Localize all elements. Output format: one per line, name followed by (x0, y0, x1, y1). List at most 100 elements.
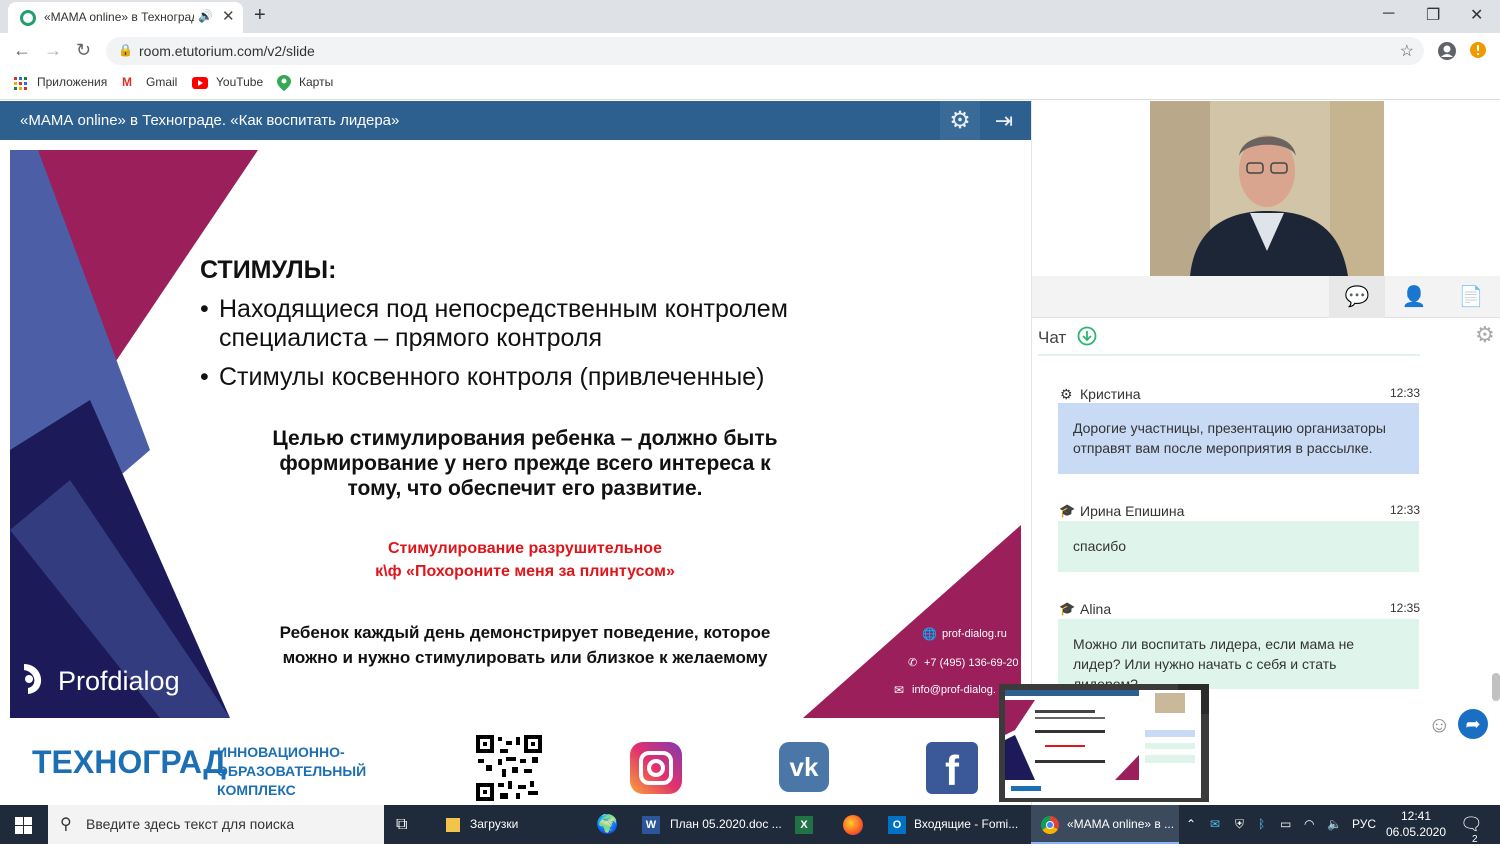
contact-site: prof-dialog.ru (942, 628, 1007, 640)
gmail-icon: M (122, 75, 132, 89)
tray-clock[interactable]: 12:41 06.05.2020 (1384, 805, 1448, 844)
word-icon: W (642, 815, 660, 834)
folder-icon (446, 817, 460, 832)
app-label: Загрузки (470, 817, 519, 831)
profile-avatar-icon[interactable] (1437, 41, 1457, 61)
notifications-icon[interactable]: 🗨 2 (1460, 805, 1483, 845)
technograd-subtitle: ИННОВАЦИОННО- ОБРАЗОВАТЕЛЬНЫЙ КОМПЛЕКС (217, 743, 366, 800)
bookmark-youtube[interactable]: YouTube (216, 75, 263, 89)
tab-chat[interactable]: 💬 (1329, 276, 1385, 318)
instagram-icon[interactable] (630, 742, 682, 794)
taskbar-app-outlook[interactable]: O Входящие - Fomi... (880, 805, 1028, 844)
vk-icon[interactable]: vk (779, 742, 829, 792)
emoji-icon[interactable]: ☺ (1428, 712, 1450, 738)
search-icon: ⚲ (60, 816, 72, 833)
msg-1-bubble: Дорогие участницы, презентацию организат… (1058, 403, 1419, 474)
forward-icon[interactable]: → (44, 40, 62, 61)
youtube-icon (192, 77, 208, 89)
goal-line-1: Целью стимулирования ребенка – должно бы… (272, 427, 778, 450)
facebook-icon[interactable]: f (926, 742, 978, 794)
clock-time: 12:41 (1400, 809, 1432, 823)
windows-taskbar: ⚲ Введите здесь текст для поиска ⧉ Загру… (0, 805, 1500, 845)
chat-settings-icon[interactable]: ⚙ (1475, 322, 1495, 348)
profdialog-logo-text: Profdialog (58, 666, 180, 696)
bullet-2: Стимулы косвенного контроля (привлеченны… (219, 363, 765, 391)
msg-3-bubble: Можно ли воспитать лидера, если мама не … (1058, 619, 1419, 692)
taskbar-app-chrome[interactable]: «MAMA online» в ... (1031, 805, 1179, 844)
slide-heading: СТИМУЛЫ: (200, 256, 337, 284)
moderator-gear-icon: ⚙ (1060, 386, 1073, 402)
bullet-1-line-2: специалиста – прямого контроля (219, 324, 603, 352)
update-alert-icon[interactable] (1469, 41, 1487, 59)
tab-participants[interactable]: 👤 (1386, 276, 1442, 318)
profdialog-logo-icon (24, 664, 42, 694)
msg-2-author: Ирина Епишина (1080, 503, 1185, 519)
taskbar-app-downloads[interactable]: Загрузки (434, 805, 584, 844)
excel-icon[interactable]: X (795, 805, 813, 844)
taskbar-app-word[interactable]: W План 05.2020.doc ... (634, 805, 784, 844)
taskbar-search-box[interactable]: ⚲ Введите здесь текст для поиска (48, 805, 384, 844)
goal-paragraph: Целью стимулирования ребенка – должно бы… (240, 426, 810, 501)
tray-defender-icon[interactable]: ⛨ (1235, 805, 1244, 844)
msg-1-author: Кристина (1080, 386, 1141, 402)
url-text: room.etutorium.com/v2/slide (139, 43, 315, 59)
app-label: Входящие - Fomi... (914, 817, 1019, 831)
bottom-paragraph: Ребенок каждый день демонстрирует поведе… (240, 620, 810, 670)
bookmark-maps[interactable]: Карты (299, 75, 333, 89)
tray-volume-icon[interactable]: 🔈 (1327, 805, 1342, 844)
browser-tab[interactable]: «MAMA online» в Техноград 🔊 ✕ (8, 2, 243, 33)
taskbar-thumbnail-preview[interactable]: ✕ (999, 684, 1209, 802)
globe-icon: 🌐 (922, 627, 937, 641)
chat-bubble-icon: 💬 (1344, 286, 1370, 308)
maximize-window-icon[interactable]: ❐ (1426, 5, 1440, 25)
apps-grid-icon (14, 77, 27, 90)
msg-2-bubble: спасибо (1058, 521, 1419, 572)
user-icon: 👤 (1401, 286, 1427, 308)
bookmark-gmail[interactable]: Gmail (146, 75, 177, 89)
bookmark-star-icon[interactable]: ☆ (1400, 41, 1414, 61)
msg-2-time: 12:33 (1390, 503, 1421, 517)
address-bar[interactable]: 🔒 room.etutorium.com/v2/slide ☆ (106, 37, 1424, 65)
bottom-line-2: можно и нужно стимулировать или близкое … (282, 648, 768, 667)
audio-playing-icon[interactable]: 🔊 (198, 9, 213, 23)
minimize-window-icon[interactable]: ─ (1383, 5, 1394, 23)
red-line-2: к\ф «Похороните меня за плинтусом» (375, 563, 675, 580)
subtitle-line-1: ИННОВАЦИОННО- (217, 744, 345, 760)
qr-code-icon (476, 735, 542, 801)
windows-start-icon[interactable] (15, 817, 32, 834)
send-message-button[interactable]: ➦ (1458, 709, 1488, 739)
close-tab-icon[interactable]: ✕ (222, 7, 235, 25)
globe-app-icon[interactable]: 🌍 (596, 805, 618, 844)
new-tab-button[interactable]: + (254, 4, 266, 27)
tray-wifi-icon[interactable]: ◠ (1304, 805, 1314, 844)
tray-expand-icon[interactable]: ⌃ (1186, 805, 1196, 844)
chat-scrollbar[interactable] (1492, 673, 1500, 701)
student-cap-icon: 🎓 (1059, 601, 1076, 616)
lock-icon: 🔒 (118, 43, 133, 57)
preview-image (1005, 690, 1201, 798)
reload-icon[interactable]: ↻ (76, 40, 91, 61)
settings-gear-icon[interactable]: ⚙ (940, 101, 980, 140)
bullet-1-line-1: Находящиеся под непосредственным контрол… (219, 295, 788, 323)
bookmark-apps[interactable]: Приложения (37, 75, 107, 89)
goal-line-3: тому, что обеспечит его развитие. (347, 477, 703, 500)
tray-outlook-icon[interactable]: ✉ (1210, 805, 1220, 844)
sponsor-strip: ТЕХНОГРАД ИННОВАЦИОННО- ОБРАЗОВАТЕЛЬНЫЙ … (0, 722, 1031, 805)
red-paragraph: Стимулирование разрушительное к\ф «Похор… (340, 537, 710, 583)
tray-battery-icon[interactable]: ▭ (1280, 805, 1291, 844)
close-window-icon[interactable]: ✕ (1470, 5, 1483, 25)
download-chat-icon[interactable] (1077, 326, 1097, 346)
tray-language[interactable]: РУС (1352, 805, 1376, 844)
contact-phone: +7 (495) 136-69-20 (924, 657, 1019, 669)
speaker-video-image (1150, 101, 1384, 276)
msg-3-author: Alina (1080, 601, 1112, 617)
contact-email: info@prof-dialog. (912, 684, 996, 696)
bullet-1-marker: • (200, 295, 209, 323)
tray-bluetooth-icon[interactable]: ᛒ (1258, 805, 1265, 844)
tab-files[interactable]: 📄 (1443, 276, 1499, 318)
task-view-icon[interactable]: ⧉ (396, 805, 407, 844)
site-favicon-icon (20, 10, 36, 26)
exit-room-icon[interactable]: ⇥ (983, 101, 1025, 140)
firefox-icon[interactable] (843, 805, 863, 844)
back-icon[interactable]: ← (13, 40, 31, 61)
